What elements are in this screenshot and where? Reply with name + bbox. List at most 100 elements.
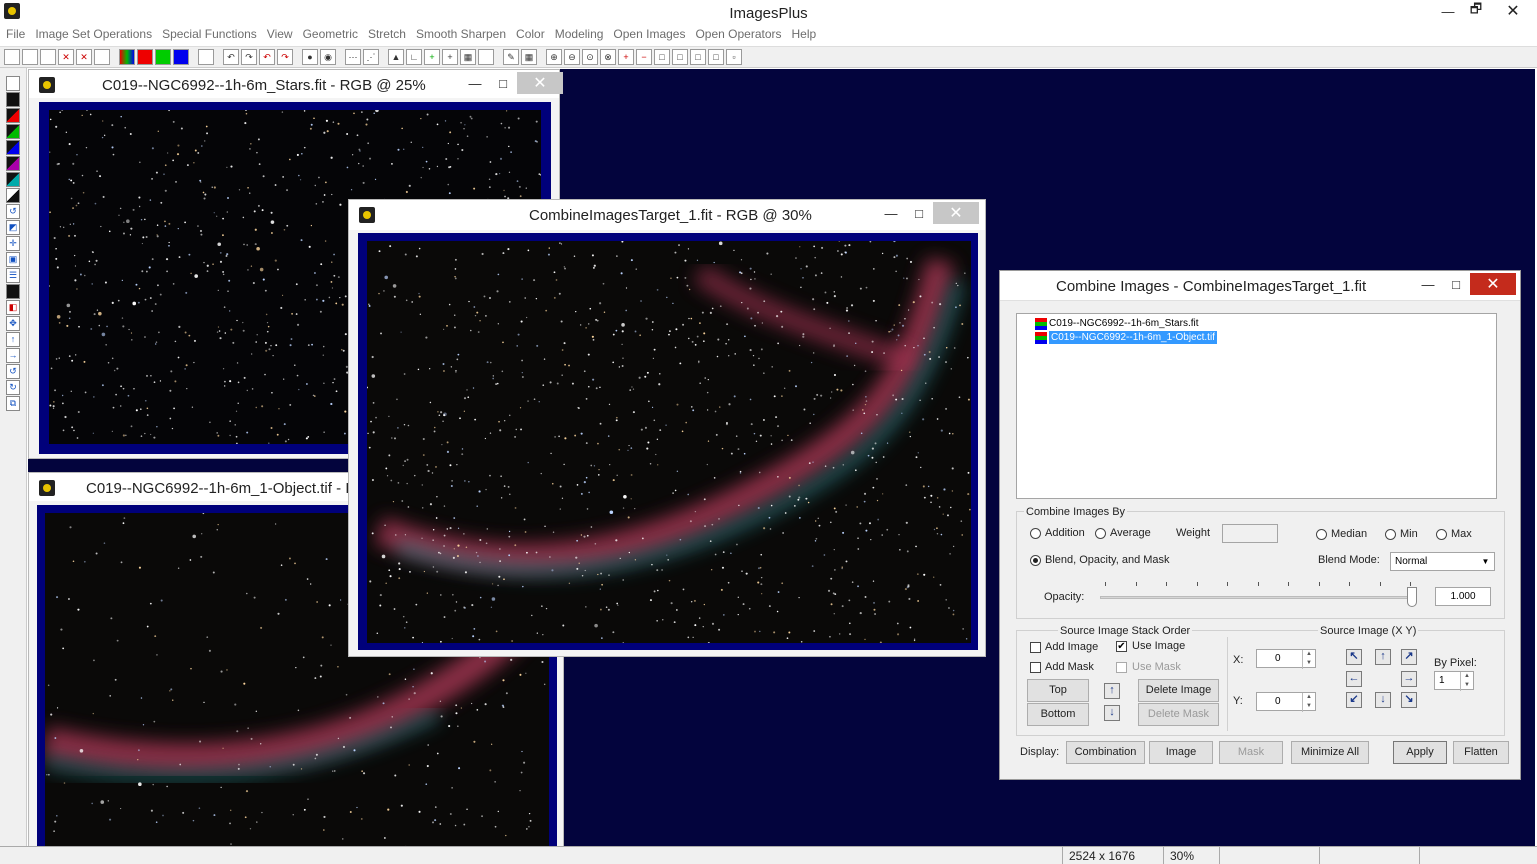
pencil-icon[interactable]: ✎ — [503, 49, 519, 65]
flatten-button[interactable]: Flatten — [1453, 741, 1509, 764]
menu-help[interactable]: Help — [788, 25, 821, 44]
rotate-right-icon[interactable]: ↻ — [6, 380, 20, 395]
save-icon[interactable] — [40, 49, 56, 65]
dialog-minimize-button[interactable]: — — [1414, 273, 1442, 295]
cyan-tool-icon[interactable] — [6, 172, 20, 187]
target-minimize-button[interactable]: — — [877, 202, 905, 224]
target-image-window[interactable]: CombineImagesTarget_1.fit - RGB @ 30% — … — [348, 199, 986, 657]
remove-box-icon[interactable]: − — [636, 49, 652, 65]
arrow-up-icon[interactable]: ↑ — [1375, 649, 1391, 665]
pixel-spin-icon[interactable]: ▲ ▼ — [1460, 672, 1473, 691]
close-image-icon[interactable]: ✕ — [58, 49, 74, 65]
menu-file[interactable]: File — [2, 25, 29, 44]
line-icon[interactable]: ⋯ — [345, 49, 361, 65]
dialog-titlebar[interactable]: Combine Images - CombineImagesTarget_1.f… — [1000, 271, 1520, 301]
star-select-icon[interactable]: ● — [302, 49, 318, 65]
plot-icon[interactable]: ⋰ — [363, 49, 379, 65]
y-offset-field[interactable]: 0 ▲ ▼ — [1256, 692, 1316, 712]
frame5-icon[interactable]: ▫ — [726, 49, 742, 65]
new-file-icon[interactable] — [4, 49, 20, 65]
min-radio[interactable] — [1385, 529, 1396, 540]
dialog-maximize-button[interactable]: □ — [1442, 273, 1470, 295]
green-tool-icon[interactable] — [6, 124, 20, 139]
menu-open-images[interactable]: Open Images — [609, 25, 689, 44]
open-file-icon[interactable] — [22, 49, 38, 65]
blue-tool-icon[interactable] — [6, 140, 20, 155]
blend-mode-select[interactable]: Normal ▼ — [1390, 552, 1495, 571]
blend-radio[interactable] — [1030, 555, 1041, 566]
zoom-in-icon[interactable]: ⊕ — [546, 49, 562, 65]
move-down-icon[interactable]: ↓ — [1104, 705, 1120, 721]
redo-icon[interactable]: ↷ — [241, 49, 257, 65]
zoom-actual-icon[interactable]: ⊗ — [600, 49, 616, 65]
black-tool-icon[interactable] — [6, 92, 20, 107]
arrow-down-left-icon[interactable]: ↙ — [1346, 692, 1362, 708]
menu-smooth-sharpen[interactable]: Smooth Sharpen — [412, 25, 510, 44]
red-tool-icon[interactable] — [6, 108, 20, 123]
delete-mask-button[interactable]: Delete Mask — [1138, 703, 1219, 726]
align-tool-icon[interactable]: ☰ — [6, 268, 20, 283]
stars-minimize-button[interactable]: — — [461, 72, 489, 94]
flip-tool-icon[interactable]: ⧉ — [6, 396, 20, 411]
use-image-checkbox[interactable]: ✔ — [1116, 641, 1127, 652]
menu-color[interactable]: Color — [512, 25, 549, 44]
red-channel-icon[interactable] — [137, 49, 153, 65]
arrow-up-left-icon[interactable]: ↖ — [1346, 649, 1362, 665]
tree-item-object[interactable]: C019--NGC6992--1h-6m_1-Object.tif — [1035, 331, 1217, 344]
stars-window-titlebar[interactable]: C019--NGC6992--1h-6m_Stars.fit - RGB @ 2… — [29, 70, 563, 98]
max-radio[interactable] — [1436, 529, 1447, 540]
undo-icon[interactable]: ↶ — [223, 49, 239, 65]
opacity-slider-thumb[interactable] — [1407, 587, 1417, 607]
print-icon[interactable] — [94, 49, 110, 65]
pan-tool-icon[interactable]: ✥ — [6, 316, 20, 331]
arrow-down-right-icon[interactable]: ↘ — [1401, 692, 1417, 708]
minimize-all-button[interactable]: Minimize All — [1291, 741, 1369, 764]
arrow-right-icon[interactable]: → — [1401, 671, 1417, 687]
median-radio[interactable] — [1316, 529, 1327, 540]
angle-icon[interactable]: ∟ — [406, 49, 422, 65]
crosshair-icon[interactable]: + — [424, 49, 440, 65]
cross-icon[interactable]: + — [442, 49, 458, 65]
menu-stretch[interactable]: Stretch — [364, 25, 410, 44]
right-tool-icon[interactable]: → — [6, 348, 20, 363]
target-image[interactable] — [367, 241, 971, 643]
add-image-checkbox[interactable] — [1030, 642, 1041, 653]
histogram-icon[interactable] — [198, 49, 214, 65]
rotate-left-icon[interactable]: ↺ — [6, 364, 20, 379]
top-button[interactable]: Top — [1027, 679, 1089, 702]
average-radio[interactable] — [1095, 528, 1106, 539]
by-pixel-field[interactable]: 1 ▲ ▼ — [1434, 671, 1474, 691]
rgb-channels-icon[interactable] — [119, 49, 135, 65]
menu-image-set-operations[interactable]: Image Set Operations — [31, 25, 156, 44]
stars-maximize-button[interactable]: □ — [489, 72, 517, 94]
stars-close-button[interactable]: ✕ — [517, 72, 563, 94]
blue-channel-icon[interactable] — [173, 49, 189, 65]
close-button[interactable]: ✕ — [1490, 0, 1536, 22]
target-window-titlebar[interactable]: CombineImagesTarget_1.fit - RGB @ 30% — … — [349, 200, 985, 230]
frame-icon[interactable]: □ — [654, 49, 670, 65]
grid-icon[interactable]: ▦ — [460, 49, 476, 65]
image-icon[interactable] — [478, 49, 494, 65]
opacity-slider-track[interactable] — [1100, 596, 1412, 599]
menu-view[interactable]: View — [263, 25, 297, 44]
use-mask-checkbox[interactable] — [1116, 662, 1127, 673]
combination-button[interactable]: Combination — [1066, 741, 1145, 764]
crop-tool-icon[interactable]: ◧ — [6, 300, 20, 315]
close-all-icon[interactable]: ✕ — [76, 49, 92, 65]
y-spin-icon[interactable]: ▲ ▼ — [1302, 693, 1315, 712]
target-maximize-button[interactable]: □ — [905, 202, 933, 224]
gradient-tool-icon[interactable]: ◩ — [6, 220, 20, 235]
minimize-button[interactable]: — — [1434, 0, 1462, 22]
zoom-fit-icon[interactable]: ⊙ — [582, 49, 598, 65]
opacity-field[interactable]: 1.000 — [1435, 587, 1491, 606]
image-tree[interactable]: C019--NGC6992--1h-6m_Stars.fit C019--NGC… — [1016, 313, 1497, 499]
select-tool-icon[interactable]: ▣ — [6, 252, 20, 267]
menu-special-functions[interactable]: Special Functions — [158, 25, 261, 44]
invert-tool-icon[interactable] — [6, 188, 20, 203]
move-tool-icon[interactable]: ✛ — [6, 236, 20, 251]
up-tool-icon[interactable]: ↑ — [6, 332, 20, 347]
menu-modeling[interactable]: Modeling — [551, 25, 608, 44]
arrow-left-icon[interactable]: ← — [1346, 671, 1362, 687]
weight-field[interactable] — [1222, 524, 1278, 543]
move-up-icon[interactable]: ↑ — [1104, 683, 1120, 699]
